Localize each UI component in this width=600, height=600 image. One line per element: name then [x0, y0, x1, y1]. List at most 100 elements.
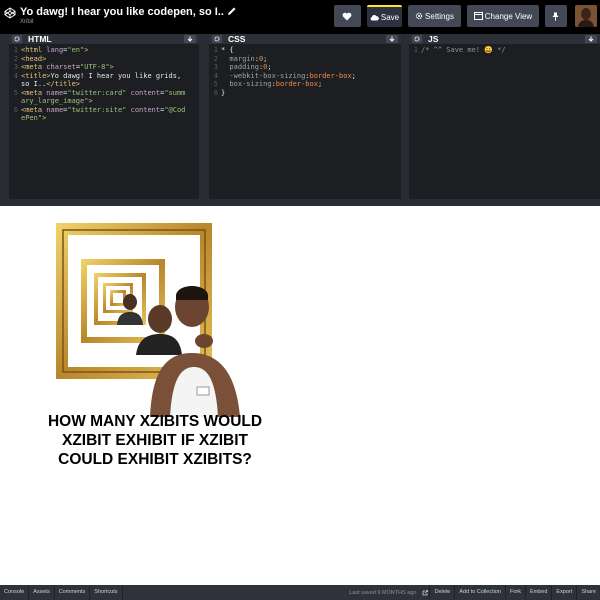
code-token: /* ^^ Save me! 😀 */: [421, 46, 506, 54]
delete-button[interactable]: Delete: [430, 585, 456, 600]
css-editor-header: CSS: [209, 34, 401, 44]
editor-area: HTML 1 <html lang="en"> 2 <head> 3 <meta char…: [0, 34, 600, 241]
chevron-down-icon: [187, 36, 193, 42]
gear-icon: [214, 36, 220, 42]
code-text: <meta charset="UTF-8">: [21, 63, 114, 72]
code-token: "twitter:site": [67, 105, 127, 114]
line-number: 1: [413, 46, 418, 54]
html-settings-button[interactable]: [12, 35, 22, 43]
code-token: "summ: [164, 88, 186, 97]
save-button[interactable]: Save: [367, 5, 402, 27]
css-editor-title: CSS: [228, 34, 246, 44]
code-token: content: [126, 105, 161, 114]
code-text: <meta name="twitter:card" content="summ: [21, 89, 185, 98]
line-number: 6: [13, 105, 18, 114]
code-line: 6 <meta name="twitter:site" content="@Cod: [9, 106, 199, 115]
code-text: <html lang="en">: [21, 46, 88, 55]
code-token: <html: [21, 46, 47, 54]
code-token: ;: [263, 54, 268, 63]
js-editor-title: JS: [428, 34, 439, 44]
pen-author[interactable]: Xribit: [20, 18, 237, 26]
result-preview[interactable]: HOW MANY XZIBITS WOULD XZIBIT EXHIBIT IF…: [0, 207, 600, 585]
line-number: [9, 80, 21, 89]
gear-icon: [414, 36, 420, 42]
html-collapse-button[interactable]: [184, 35, 196, 43]
line-number: 2: [213, 54, 218, 63]
js-editor-header: JS: [409, 34, 600, 44]
add-to-collection-button[interactable]: Add to Collection: [455, 585, 506, 600]
console-button[interactable]: Console: [0, 585, 30, 600]
assets-button[interactable]: Assets: [29, 585, 55, 600]
pin-button[interactable]: [545, 5, 567, 27]
pencil-edit-icon[interactable]: [227, 6, 237, 16]
css-collapse-button[interactable]: [386, 35, 398, 43]
pen-title-block: Yo dawg! I hear you like codepen, so I..…: [20, 6, 237, 26]
code-token: margin: [221, 54, 255, 63]
gear-icon: [14, 36, 20, 42]
code-line: 3 <meta charset="UTF-8">: [9, 63, 199, 72]
css-code[interactable]: 1 * {2 margin:0; 3 padding:0; 4 -webkit-box…: [209, 46, 401, 97]
js-editor[interactable]: JS 1/* ^^ Save me! 😀 */: [409, 34, 600, 199]
code-token: charset: [46, 63, 76, 71]
code-token: >: [84, 46, 89, 54]
code-line: 5 <meta name="twitter:card" content="summ: [9, 89, 199, 98]
line-number: 6: [213, 88, 218, 97]
last-saved-text: Last saved 9 MONTHS ago: [349, 589, 417, 596]
code-token: padding: [221, 63, 259, 71]
js-code[interactable]: 1/* ^^ Save me! 😀 */: [409, 46, 600, 55]
comments-button[interactable]: Comments: [55, 585, 91, 600]
code-token: </title>: [46, 80, 81, 88]
code-line: so I..</title>: [9, 80, 199, 89]
export-button[interactable]: Export: [552, 585, 578, 600]
code-line: 2 margin:0;: [209, 55, 401, 64]
code-line: 1/* ^^ Save me! 😀 */: [409, 46, 600, 55]
line-number: 2: [13, 54, 18, 63]
code-token: <meta: [21, 105, 47, 114]
line-number: [9, 114, 21, 123]
js-collapse-button[interactable]: [585, 35, 597, 43]
code-text: /* ^^ Save me! 😀 */: [421, 46, 506, 55]
code-token: ;: [351, 71, 356, 80]
share-button[interactable]: Share: [577, 585, 600, 600]
code-line: 2 <head>: [9, 55, 199, 64]
pen-title[interactable]: Yo dawg! I hear you like codepen, so I..: [20, 6, 237, 18]
code-line: ary_large_image">: [9, 97, 199, 106]
code-token: "en": [67, 46, 85, 54]
code-text: box-sizing:border-box;: [221, 80, 322, 89]
open-external-button[interactable]: [420, 585, 431, 600]
user-avatar[interactable]: [575, 5, 597, 27]
code-token: * {: [221, 46, 234, 54]
code-token: <meta: [21, 88, 47, 97]
html-editor[interactable]: HTML 1 <html lang="en"> 2 <head> 3 <meta char…: [9, 34, 199, 199]
css-settings-button[interactable]: [212, 35, 222, 43]
line-number: 5: [13, 88, 18, 97]
love-button[interactable]: [334, 5, 361, 27]
js-settings-button[interactable]: [412, 35, 422, 43]
gear-icon: [415, 12, 423, 20]
code-token: name: [46, 88, 64, 97]
codepen-logo-icon[interactable]: [4, 7, 16, 19]
fork-button[interactable]: Fork: [506, 585, 526, 600]
css-editor[interactable]: CSS 1 * {2 margin:0; 3 padding:0; 4 -webkit…: [209, 34, 401, 199]
code-token: border-box: [275, 80, 318, 88]
code-text: * {: [221, 46, 234, 55]
code-text: }: [221, 89, 225, 98]
code-line: 1 <html lang="en">: [9, 46, 199, 55]
code-text: <title>Yo dawg! I hear you like grids,: [21, 72, 181, 81]
settings-button[interactable]: Settings: [408, 5, 461, 27]
footer-right: Last saved 9 MONTHS ago Delete Add to Co…: [349, 585, 600, 600]
code-token: lang: [46, 46, 64, 54]
change-view-button[interactable]: Change View: [467, 5, 539, 27]
code-text: <head>: [21, 55, 46, 64]
code-token: >: [109, 63, 114, 71]
html-code[interactable]: 1 <html lang="en"> 2 <head> 3 <meta charset="…: [9, 46, 199, 123]
code-text: ePen">: [21, 114, 46, 123]
code-line: 5 box-sizing:border-box;: [209, 80, 401, 89]
shortcuts-button[interactable]: Shortcuts: [90, 585, 123, 600]
html-editor-header: HTML: [9, 34, 199, 44]
embed-button[interactable]: Embed: [526, 585, 553, 600]
code-token: name: [46, 105, 64, 114]
code-token: box-sizing: [221, 80, 272, 88]
save-label: Save: [380, 12, 400, 22]
code-token: "UTF-8": [80, 63, 110, 71]
